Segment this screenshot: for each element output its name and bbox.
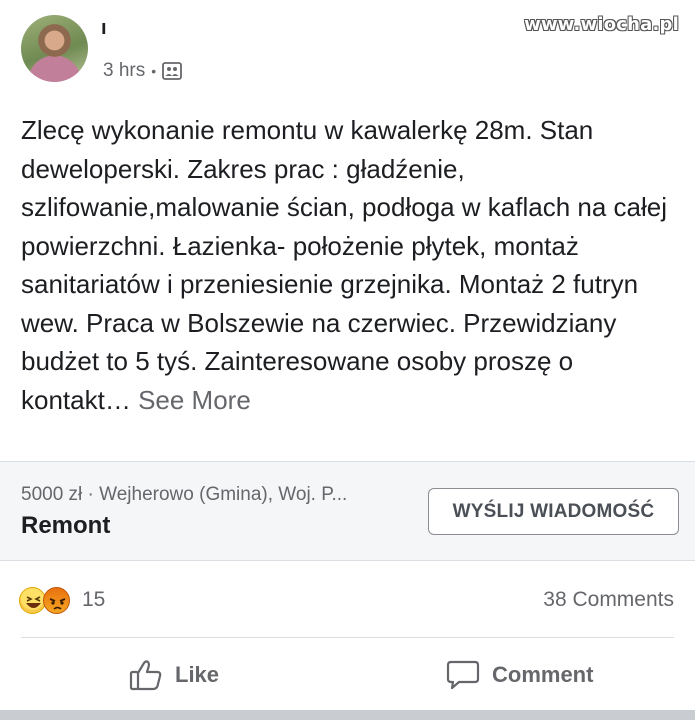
post-meta: 3 hrs • (103, 60, 183, 82)
like-button[interactable]: Like (129, 655, 219, 695)
meta-separator: • (151, 63, 157, 79)
marketplace-listing[interactable]: 5000 zł · Wejherowo (Gmina), Woj. P... R… (0, 461, 695, 561)
post-time[interactable]: 3 hrs (103, 60, 145, 82)
angry-icon (43, 587, 70, 614)
see-more-link[interactable]: See More (138, 385, 251, 415)
like-label: Like (175, 662, 220, 687)
comment-button[interactable]: Comment (446, 655, 593, 695)
actions-divider (21, 637, 674, 638)
comments-count[interactable]: 38 Comments (543, 588, 674, 612)
author-name[interactable]: ı (101, 17, 107, 41)
listing-title: Remont (21, 512, 111, 539)
post-actions: Like Comment (0, 645, 695, 707)
haha-icon (19, 587, 46, 614)
send-message-button[interactable]: WYŚLIJ WIADOMOŚĆ (428, 488, 679, 535)
avatar[interactable] (21, 15, 88, 82)
comment-icon (446, 659, 480, 691)
comment-label: Comment (492, 662, 594, 687)
post-body: Zlecę wykonanie remontu w kawalerkę 28m.… (21, 111, 681, 419)
reaction-icons[interactable] (19, 587, 77, 615)
post-text: Zlecę wykonanie remontu w kawalerkę 28m.… (21, 115, 668, 415)
listing-details: 5000 zł · Wejherowo (Gmina), Woj. P... (21, 484, 348, 505)
reactions-bar: 15 38 Comments (0, 575, 695, 625)
reaction-count[interactable]: 15 (82, 588, 105, 612)
watermark-logo: www.wiocha.pl (524, 14, 679, 35)
public-group-icon (162, 62, 183, 80)
bottom-separator (0, 710, 695, 720)
post-header: ı 3 hrs • www.wiocha.pl (0, 0, 695, 100)
thumbs-up-icon (129, 659, 163, 691)
